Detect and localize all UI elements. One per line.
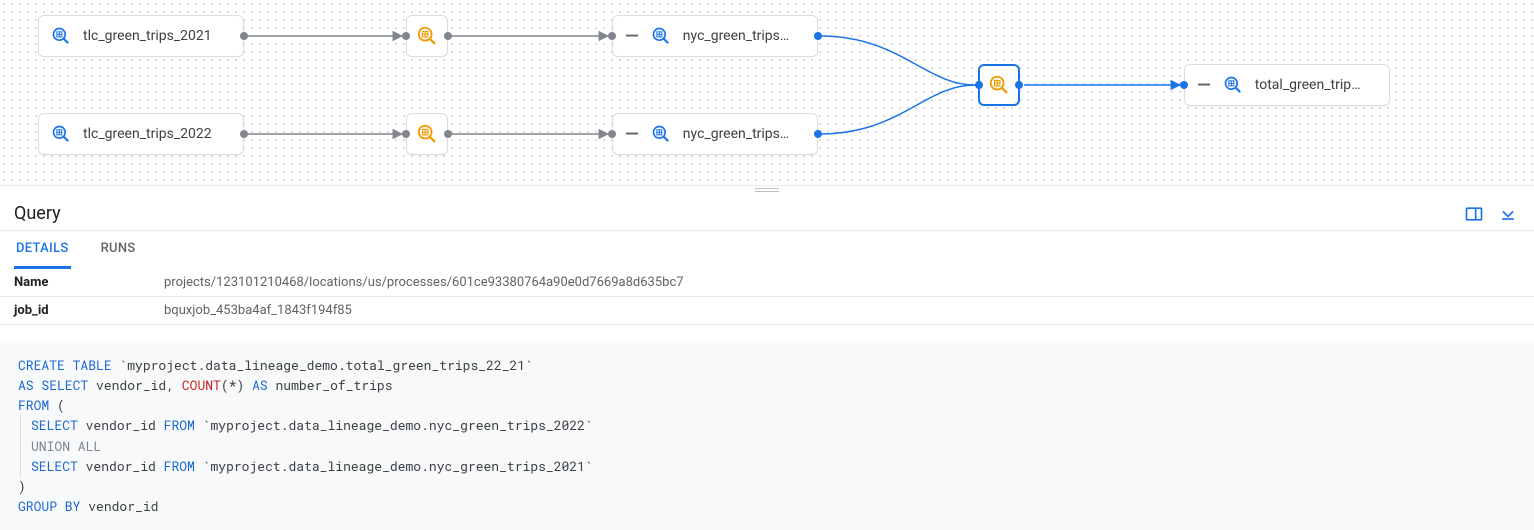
port-in <box>1180 81 1188 89</box>
table-row: Name projects/123101210468/locations/us/… <box>0 269 1534 297</box>
node-process-2[interactable] <box>406 113 448 155</box>
detail-key-name: Name <box>0 269 150 297</box>
details-table: Name projects/123101210468/locations/us/… <box>0 269 1534 325</box>
node-total-green-trips[interactable]: — total_green_trip… <box>1184 64 1390 106</box>
port-in <box>402 32 410 40</box>
port-out <box>814 130 822 138</box>
collapse-icon[interactable]: — <box>1197 75 1211 96</box>
port-out <box>1015 81 1023 89</box>
query-process-icon <box>416 123 438 145</box>
table-row: job_id bquxjob_453ba4af_1843f194f85 <box>0 297 1534 325</box>
table-icon <box>1223 75 1243 95</box>
detail-key-jobid: job_id <box>0 297 150 325</box>
node-tlc-green-trips-2022[interactable]: tlc_green_trips_2022 <box>38 113 244 155</box>
collapse-icon[interactable]: — <box>625 124 639 145</box>
node-tlc-green-trips-2021[interactable]: tlc_green_trips_2021 <box>38 15 244 57</box>
table-icon <box>651 26 671 46</box>
port-in <box>608 32 616 40</box>
tab-details[interactable]: DETAILS <box>14 231 71 269</box>
panel-header: Query <box>0 193 1534 231</box>
port-out <box>240 32 248 40</box>
detail-val-name: projects/123101210468/locations/us/proce… <box>150 269 1534 297</box>
port-out <box>444 130 452 138</box>
query-process-icon <box>416 25 438 47</box>
port-in <box>975 81 983 89</box>
node-label: tlc_green_trips_2022 <box>83 126 212 142</box>
node-nyc-green-trips-2[interactable]: — nyc_green_trips… <box>612 113 818 155</box>
collapse-icon[interactable]: — <box>625 26 639 47</box>
detail-val-jobid: bquxjob_453ba4af_1843f194f85 <box>150 297 1534 325</box>
table-icon <box>51 124 71 144</box>
panel-resize-handle[interactable] <box>0 185 1534 193</box>
node-process-selected[interactable] <box>978 64 1020 106</box>
port-in <box>402 130 410 138</box>
table-icon <box>51 26 71 46</box>
lineage-graph-canvas[interactable]: tlc_green_trips_2021 — nyc_green_trips… … <box>0 0 1534 185</box>
panel-collapse-icon[interactable] <box>1498 204 1518 224</box>
panel-tabs: DETAILS RUNS <box>0 231 1534 269</box>
node-process-1[interactable] <box>406 15 448 57</box>
sql-code-block: CREATE TABLE `myproject.data_lineage_dem… <box>0 341 1534 530</box>
port-out <box>240 130 248 138</box>
query-process-icon <box>988 74 1010 96</box>
node-label: nyc_green_trips… <box>683 28 789 44</box>
panel-title: Query <box>14 203 61 224</box>
node-nyc-green-trips-1[interactable]: — nyc_green_trips… <box>612 15 818 57</box>
node-label: nyc_green_trips… <box>683 126 789 142</box>
node-label: tlc_green_trips_2021 <box>83 28 212 44</box>
tab-runs[interactable]: RUNS <box>99 231 138 269</box>
port-in <box>608 130 616 138</box>
node-label: total_green_trip… <box>1255 77 1361 93</box>
port-out <box>444 32 452 40</box>
port-out <box>814 32 822 40</box>
panel-layout-icon[interactable] <box>1464 204 1484 224</box>
table-icon <box>651 124 671 144</box>
